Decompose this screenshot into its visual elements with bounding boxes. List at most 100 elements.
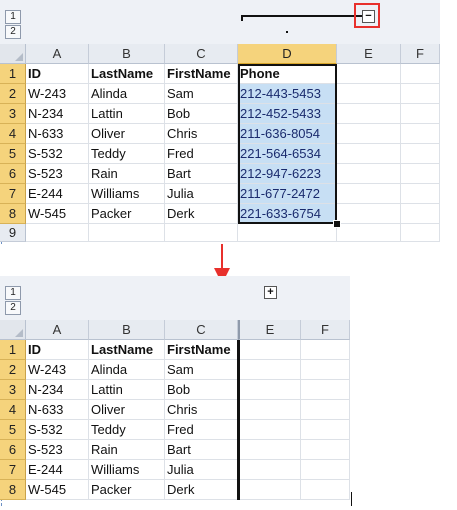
column-header-e[interactable]: E: [337, 44, 401, 64]
cell-lastname[interactable]: Teddy: [89, 144, 165, 164]
outline-level-2-button[interactable]: 2: [5, 25, 21, 39]
row-header-7[interactable]: 7: [0, 184, 26, 204]
cell-empty[interactable]: [238, 340, 301, 360]
cell-firstname[interactable]: Chris: [165, 124, 238, 144]
column-header-b[interactable]: B: [89, 44, 165, 64]
cell-header-id[interactable]: ID: [26, 64, 89, 84]
cell-empty[interactable]: [301, 360, 350, 380]
cell-lastname[interactable]: Rain: [89, 164, 165, 184]
cell-empty[interactable]: [301, 420, 350, 440]
outline-level-1-button[interactable]: 1: [5, 10, 21, 24]
cell-empty[interactable]: [238, 400, 301, 420]
cell-id[interactable]: W-545: [26, 204, 89, 224]
column-header-a[interactable]: A: [26, 320, 89, 340]
cell-firstname[interactable]: Chris: [165, 400, 238, 420]
column-header-a[interactable]: A: [26, 44, 89, 64]
cell-empty[interactable]: [301, 380, 350, 400]
cell-lastname[interactable]: Rain: [89, 440, 165, 460]
cell-id[interactable]: S-532: [26, 420, 89, 440]
cell-empty[interactable]: [238, 440, 301, 460]
row-header-4[interactable]: 4: [0, 400, 26, 420]
cell-empty[interactable]: [401, 84, 440, 104]
outline-level-2-button[interactable]: 2: [5, 301, 21, 315]
cell-firstname[interactable]: Julia: [165, 184, 238, 204]
cell-empty[interactable]: [401, 64, 440, 84]
cell-empty[interactable]: [337, 84, 401, 104]
cell-id[interactable]: S-523: [26, 440, 89, 460]
row-header-5[interactable]: 5: [0, 420, 26, 440]
cell-empty[interactable]: [401, 204, 440, 224]
cell-empty[interactable]: [337, 224, 401, 242]
fill-handle[interactable]: [333, 220, 341, 228]
cell-empty[interactable]: [337, 64, 401, 84]
cell-empty[interactable]: [301, 480, 350, 500]
cell-empty[interactable]: [301, 340, 350, 360]
row-header-4[interactable]: 4: [0, 124, 26, 144]
cell-empty[interactable]: [301, 440, 350, 460]
expand-group-button[interactable]: +: [264, 286, 277, 299]
cell-firstname[interactable]: Bart: [165, 164, 238, 184]
cell-firstname[interactable]: Julia: [165, 460, 238, 480]
cell-id[interactable]: N-633: [26, 400, 89, 420]
cell-empty[interactable]: [238, 224, 337, 242]
row-header-7[interactable]: 7: [0, 460, 26, 480]
select-all-corner[interactable]: [0, 44, 26, 64]
cell-firstname[interactable]: Bart: [165, 440, 238, 460]
outline-level-1-button[interactable]: 1: [5, 286, 21, 300]
column-header-d[interactable]: D: [238, 44, 337, 64]
cell-empty[interactable]: [337, 184, 401, 204]
cell-empty[interactable]: [301, 400, 350, 420]
cell-empty[interactable]: [401, 184, 440, 204]
cell-header-firstname[interactable]: FirstName: [165, 64, 238, 84]
row-header-6[interactable]: 6: [0, 164, 26, 184]
cell-lastname[interactable]: Packer: [89, 204, 165, 224]
cell-firstname[interactable]: Bob: [165, 104, 238, 124]
cell-header-lastname[interactable]: LastName: [89, 64, 165, 84]
cell-id[interactable]: S-523: [26, 164, 89, 184]
row-header-2[interactable]: 2: [0, 84, 26, 104]
cell-lastname[interactable]: Oliver: [89, 400, 165, 420]
cell-empty[interactable]: [26, 224, 89, 242]
cell-empty[interactable]: [401, 164, 440, 184]
column-header-e[interactable]: E: [238, 320, 301, 340]
row-header-8[interactable]: 8: [0, 204, 26, 224]
cell-empty[interactable]: [337, 204, 401, 224]
row-header-8[interactable]: 8: [0, 480, 26, 500]
row-header-2[interactable]: 2: [0, 360, 26, 380]
cell-lastname[interactable]: Oliver: [89, 124, 165, 144]
cell-empty[interactable]: [89, 224, 165, 242]
row-header-6[interactable]: 6: [0, 440, 26, 460]
cell-firstname[interactable]: Sam: [165, 84, 238, 104]
cell-lastname[interactable]: Williams: [89, 460, 165, 480]
cell-lastname[interactable]: Packer: [89, 480, 165, 500]
cell-empty[interactable]: [401, 144, 440, 164]
cell-empty[interactable]: [401, 224, 440, 242]
cell-id[interactable]: E-244: [26, 184, 89, 204]
cell-id[interactable]: E-244: [26, 460, 89, 480]
cell-empty[interactable]: [238, 360, 301, 380]
column-header-f[interactable]: F: [401, 44, 440, 64]
column-header-c[interactable]: C: [165, 320, 238, 340]
row-header-1[interactable]: 1: [0, 64, 26, 84]
cell-empty[interactable]: [337, 124, 401, 144]
cell-empty[interactable]: [401, 104, 440, 124]
cell-id[interactable]: W-545: [26, 480, 89, 500]
cell-empty[interactable]: [337, 164, 401, 184]
cell-empty[interactable]: [337, 104, 401, 124]
cell-lastname[interactable]: Lattin: [89, 104, 165, 124]
select-all-corner[interactable]: [0, 320, 26, 340]
cell-empty[interactable]: [238, 480, 301, 500]
cell-id[interactable]: W-243: [26, 360, 89, 380]
cell-lastname[interactable]: Alinda: [89, 360, 165, 380]
cell-id[interactable]: N-234: [26, 380, 89, 400]
cell-lastname[interactable]: Williams: [89, 184, 165, 204]
cell-firstname[interactable]: Bob: [165, 380, 238, 400]
cell-lastname[interactable]: Lattin: [89, 380, 165, 400]
cell-empty[interactable]: [301, 460, 350, 480]
row-header-3[interactable]: 3: [0, 380, 26, 400]
cell-empty[interactable]: [401, 124, 440, 144]
cell-firstname[interactable]: Fred: [165, 420, 238, 440]
row-header-5[interactable]: 5: [0, 144, 26, 164]
row-header-3[interactable]: 3: [0, 104, 26, 124]
cell-lastname[interactable]: Teddy: [89, 420, 165, 440]
